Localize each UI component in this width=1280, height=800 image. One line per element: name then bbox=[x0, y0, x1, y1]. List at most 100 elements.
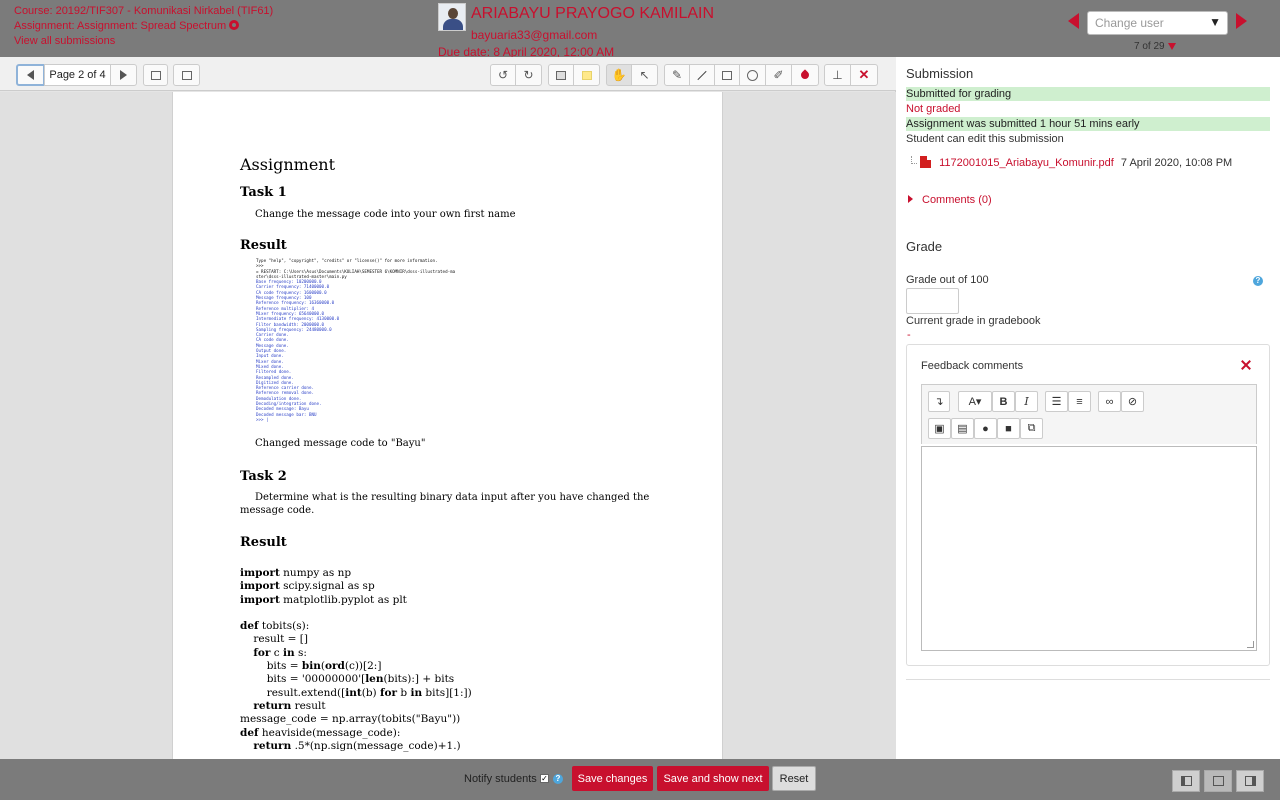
line-icon bbox=[697, 70, 707, 80]
notify-students-checkbox[interactable]: ✓ bbox=[540, 774, 549, 783]
link-icon: ∞ bbox=[1105, 395, 1114, 408]
manage-files-button[interactable]: ⧉ bbox=[1020, 418, 1043, 439]
filter-icon[interactable] bbox=[1167, 43, 1176, 50]
pdf-page[interactable]: Assignment Task 1 Change the message cod… bbox=[172, 92, 723, 759]
result1-heading: Result bbox=[240, 238, 287, 253]
grading-actions-bar: Notify students ✓ ? Save changes Save an… bbox=[0, 759, 1280, 800]
submitted-file: 1172001015_Ariabayu_Komunir.pdf 7 April … bbox=[911, 156, 1232, 169]
collapse-review-panel-button[interactable] bbox=[1172, 770, 1200, 792]
comment-color-button[interactable] bbox=[573, 64, 600, 86]
link-button[interactable]: ∞ bbox=[1098, 391, 1121, 412]
rectangle-icon bbox=[722, 70, 732, 80]
current-grade-value: - bbox=[907, 329, 911, 341]
page-select[interactable]: Page 2 of 4 bbox=[44, 64, 111, 86]
caret-right-icon bbox=[908, 195, 913, 203]
bold-button[interactable]: B bbox=[992, 391, 1015, 412]
student-email: bayuaria33@gmail.com bbox=[471, 28, 598, 42]
console-line: >>> | bbox=[256, 416, 269, 422]
view-all-submissions-link[interactable]: View all submissions bbox=[14, 34, 273, 49]
italic-icon: I bbox=[1024, 395, 1029, 408]
record-audio-button[interactable]: ● bbox=[974, 418, 997, 439]
circle-icon bbox=[747, 69, 758, 81]
student-name-link[interactable]: ARIABAYU PRAYOGO KAMILAIN bbox=[471, 5, 714, 23]
submitted-file-link[interactable]: 1172001015_Ariabayu_Komunir.pdf bbox=[939, 157, 1114, 169]
cursor-icon: ↖ bbox=[639, 68, 650, 82]
hand-icon: ✋ bbox=[611, 68, 627, 82]
search-comments-button[interactable] bbox=[143, 64, 168, 86]
font-style-icon: A▾ bbox=[968, 396, 982, 408]
notify-help-icon[interactable]: ? bbox=[553, 774, 563, 784]
previous-user-arrow-icon[interactable] bbox=[1068, 13, 1079, 29]
previous-page-button[interactable] bbox=[16, 64, 45, 86]
gear-icon[interactable] bbox=[229, 20, 240, 30]
save-and-show-next-button[interactable]: Save and show next bbox=[657, 766, 769, 791]
time-remaining-status: Assignment was submitted 1 hour 51 mins … bbox=[906, 117, 1270, 131]
change-user-select[interactable]: Change user ▼ bbox=[1087, 11, 1228, 35]
pdf-viewport[interactable]: Assignment Task 1 Change the message cod… bbox=[0, 92, 896, 759]
layout-left-icon bbox=[1181, 776, 1192, 786]
italic-button[interactable]: I bbox=[1015, 391, 1038, 412]
save-changes-button[interactable]: Save changes bbox=[572, 766, 653, 791]
stamp-tool-button[interactable]: ✎ bbox=[664, 64, 690, 86]
bullet-list-button[interactable]: ☰ bbox=[1045, 391, 1068, 412]
line-tool-button[interactable] bbox=[689, 64, 715, 86]
collapse-icon[interactable] bbox=[1241, 360, 1251, 370]
task1-text: Change the message code into your own fi… bbox=[255, 209, 516, 220]
rotate-right-icon: ↻ bbox=[523, 68, 534, 82]
next-page-button[interactable] bbox=[110, 64, 137, 86]
toolbar-toggle-button[interactable]: ↴ bbox=[928, 391, 950, 412]
insert-image-button[interactable]: ▣ bbox=[928, 418, 951, 439]
tree-branch-icon bbox=[911, 156, 917, 164]
feedback-comments-label: Feedback comments bbox=[921, 360, 1024, 372]
pan-tool-button[interactable]: ✋ bbox=[606, 64, 632, 86]
next-user-arrow-icon[interactable] bbox=[1236, 13, 1247, 29]
copy-files-icon: ⧉ bbox=[1027, 422, 1036, 434]
delete-annotation-button[interactable]: ✕ bbox=[850, 64, 878, 86]
reset-button[interactable]: Reset bbox=[772, 766, 816, 791]
dropdown-arrow-icon: ▼ bbox=[1209, 15, 1221, 29]
course-link[interactable]: Course: 20192/TIF307 - Komunikasi Nirkab… bbox=[14, 4, 273, 19]
assignment-link[interactable]: Assignment: Assignment: Spread Spectrum bbox=[14, 20, 226, 32]
highlight-tool-button[interactable]: ✐ bbox=[765, 64, 792, 86]
select-tool-button[interactable]: ↖ bbox=[631, 64, 658, 86]
collapse-grade-panel-button[interactable] bbox=[1236, 770, 1264, 792]
numbered-list-button[interactable]: ≡ bbox=[1068, 391, 1091, 412]
feedback-editor[interactable] bbox=[921, 446, 1257, 651]
yellow-color-icon bbox=[581, 70, 592, 80]
unlink-button[interactable]: ⊘ bbox=[1121, 391, 1144, 412]
edit-status: Student can edit this submission bbox=[906, 133, 1064, 145]
rotate-left-button[interactable]: ↺ bbox=[490, 64, 516, 86]
comment-button[interactable] bbox=[548, 64, 574, 86]
avatar bbox=[438, 3, 466, 31]
submission-status: Submitted for grading bbox=[906, 87, 1270, 101]
highlighter-icon: ✐ bbox=[773, 68, 784, 82]
current-grade-label: Current grade in gradebook bbox=[906, 315, 1041, 327]
grade-input[interactable] bbox=[906, 288, 959, 314]
grade-out-of-label: Grade out of 100 bbox=[906, 274, 989, 286]
code-listing: import numpy as np import scipy.signal a… bbox=[240, 567, 472, 752]
annotation-color-button[interactable] bbox=[791, 64, 819, 86]
resize-handle-icon[interactable] bbox=[1247, 641, 1254, 648]
user-count: 7 of 29 bbox=[1134, 41, 1176, 52]
rectangle-tool-button[interactable] bbox=[714, 64, 740, 86]
stamp-button[interactable]: ⊥ bbox=[824, 64, 851, 86]
unlink-icon: ⊘ bbox=[1127, 396, 1138, 408]
layout-right-icon bbox=[1245, 776, 1256, 786]
default-layout-button[interactable] bbox=[1204, 770, 1232, 792]
help-icon[interactable]: ? bbox=[1253, 276, 1263, 286]
paragraph-style-button[interactable]: A▾ bbox=[958, 391, 992, 412]
submission-title: Submission bbox=[906, 66, 974, 81]
media-file-icon: ▤ bbox=[957, 423, 968, 435]
pdf-annotator-panel: Page 2 of 4 ↺ ↻ ✋ ↖ ✎ ✐ ⊥ ✕ Assignment T… bbox=[0, 57, 896, 759]
comments-toggle[interactable]: Comments (0) bbox=[908, 194, 992, 206]
comment-icon bbox=[556, 70, 566, 80]
expand-toolbar-icon: ↴ bbox=[934, 396, 944, 408]
insert-media-button[interactable]: ▤ bbox=[951, 418, 974, 439]
course-info: Course: 20192/TIF307 - Komunikasi Nirkab… bbox=[14, 4, 273, 49]
record-video-button[interactable]: ■ bbox=[997, 418, 1020, 439]
rotate-right-button[interactable]: ↻ bbox=[515, 64, 542, 86]
oval-tool-button[interactable] bbox=[739, 64, 766, 86]
console-output-image: Type "help", "copyright", "credits" or "… bbox=[256, 258, 501, 432]
expand-comments-button[interactable] bbox=[173, 64, 200, 86]
task2-heading: Task 2 bbox=[240, 469, 287, 484]
